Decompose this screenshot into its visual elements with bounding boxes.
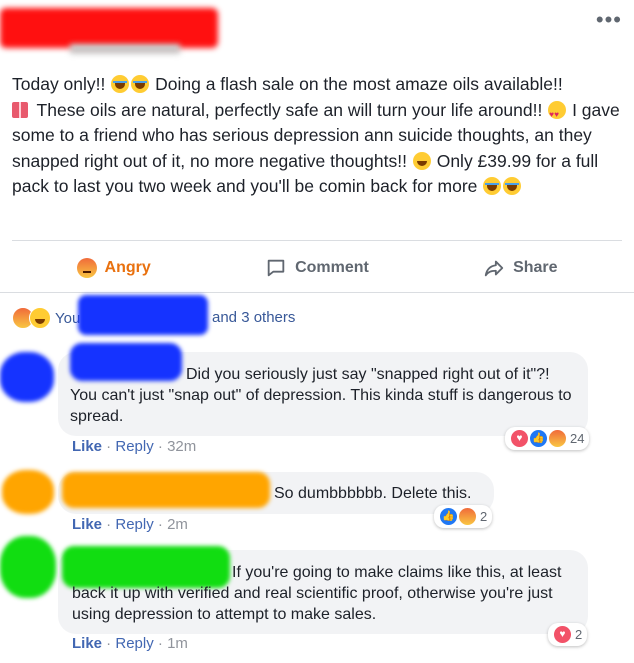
summary-name-redaction <box>78 295 208 335</box>
grinning-emoji-icon <box>412 151 431 170</box>
love-reaction-icon: ♥ <box>510 429 529 448</box>
angry-reaction-icon <box>548 429 567 448</box>
heart-eyes-emoji-icon <box>548 100 567 127</box>
divider <box>0 292 634 293</box>
post-text-segment: Doing a flash sale on the most amaze oil… <box>150 74 563 94</box>
summary-you: You <box>55 309 81 327</box>
post-body: Today only!! Doing a flash sale on the m… <box>12 72 624 200</box>
post-text-segment: These oils are natural, perfectly safe a… <box>32 99 548 120</box>
commenter-avatar[interactable] <box>2 470 54 514</box>
laughing-emoji-icon <box>111 75 130 93</box>
commenter-name-redaction <box>62 472 270 508</box>
comment-button[interactable]: Comment <box>215 248 418 288</box>
comment-meta: Like · Reply · 32m <box>72 438 197 455</box>
action-bar: Angry Comment Share <box>12 248 622 288</box>
comment-time: 2m <box>167 516 188 533</box>
gift-emoji-icon <box>12 101 28 118</box>
reply-link[interactable]: Reply <box>115 438 153 455</box>
comment-label: Comment <box>295 259 369 276</box>
comment-reactions[interactable]: ♥ 👍 24 <box>505 427 590 450</box>
post-author-redaction <box>0 8 218 48</box>
post-text-segment: Today only!! <box>12 74 111 94</box>
comment-meta: Like · Reply · 2m <box>72 516 188 533</box>
share-icon <box>484 260 504 277</box>
angry-reaction-button[interactable]: Angry <box>12 248 215 288</box>
like-link[interactable]: Like <box>72 438 102 455</box>
comment-time: 1m <box>167 635 188 652</box>
post-meta-redaction <box>70 44 180 54</box>
angry-face-icon <box>76 258 97 278</box>
commenter-avatar[interactable] <box>0 352 54 402</box>
reaction-summary[interactable]: You <box>12 306 80 330</box>
haha-reaction-icon <box>29 307 51 329</box>
more-options-icon[interactable]: ••• <box>596 9 622 31</box>
comment-text: So dumbbbbbb. Delete this. <box>274 485 472 502</box>
comment-text: Did you seriously just say "snapped righ… <box>70 366 572 425</box>
like-reaction-icon: 👍 <box>439 507 458 526</box>
laughing-emoji-icon <box>503 177 522 196</box>
comment-icon <box>267 259 285 277</box>
love-reaction-icon: ♥ <box>553 625 572 644</box>
commenter-avatar[interactable] <box>0 536 56 598</box>
angry-reaction-icon <box>458 507 477 526</box>
comment-text: If you're going to make claims like this… <box>72 564 562 623</box>
divider <box>12 240 622 241</box>
reaction-count: 2 <box>575 627 583 642</box>
comment-time: 32m <box>167 438 197 455</box>
laughing-emoji-icon <box>483 177 502 196</box>
comment-meta: Like · Reply · 1m <box>72 635 188 652</box>
share-button[interactable]: Share <box>419 248 622 288</box>
laughing-emoji-icon <box>131 75 150 93</box>
like-link[interactable]: Like <box>72 635 102 652</box>
reply-link[interactable]: Reply <box>115 516 153 533</box>
angry-label: Angry <box>104 259 151 276</box>
reaction-count: 2 <box>480 509 488 524</box>
comment-reactions[interactable]: 👍 2 <box>434 505 493 528</box>
share-label: Share <box>513 259 558 276</box>
summary-others-link[interactable]: and 3 others <box>212 309 295 326</box>
like-link[interactable]: Like <box>72 516 102 533</box>
comment-reactions[interactable]: ♥ 2 <box>548 623 588 646</box>
like-reaction-icon: 👍 <box>529 429 548 448</box>
reaction-count: 24 <box>570 431 585 446</box>
reply-link[interactable]: Reply <box>115 635 153 652</box>
